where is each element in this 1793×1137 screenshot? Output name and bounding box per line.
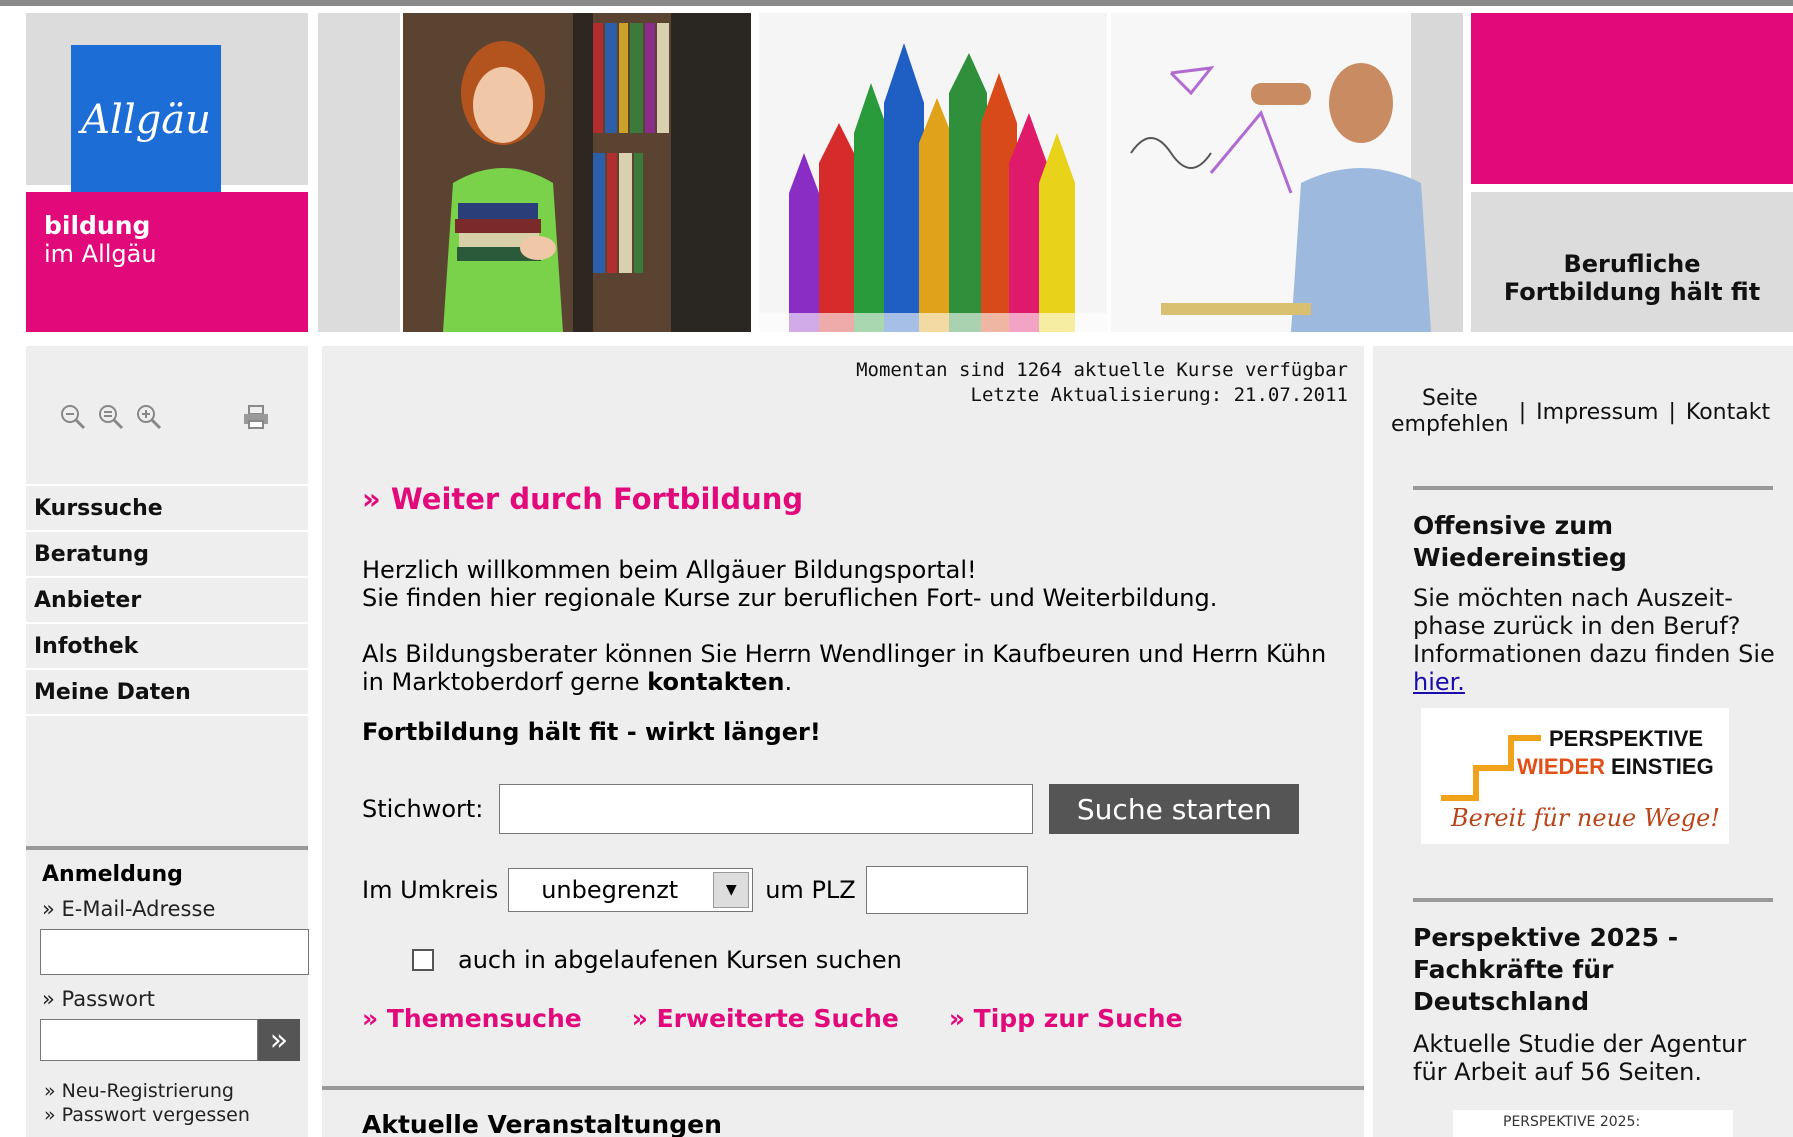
reentry-more-link[interactable]: hier.	[1413, 668, 1465, 696]
imprint-link[interactable]: Impressum	[1536, 400, 1658, 425]
forgot-password-link[interactable]: » Passwort vergessen	[34, 1103, 300, 1127]
login-panel: Anmeldung » E-Mail-Adresse » Passwort » …	[26, 846, 309, 1137]
login-title: Anmeldung	[42, 862, 183, 887]
zoom-reset-icon[interactable]	[98, 404, 124, 436]
advisor-text-end: .	[784, 668, 793, 696]
password-field[interactable]	[40, 1019, 258, 1061]
recommend-line2: empfehlen	[1391, 412, 1509, 437]
main-navigation: Kurssuche Beratung Anbieter Infothek Mei…	[26, 486, 308, 716]
link-separator: |	[1668, 399, 1676, 425]
radius-row: Im Umkreis unbegrenzt ▼ um PLZ	[362, 866, 1028, 914]
divider	[322, 1086, 1364, 1090]
email-label: » E-Mail-Adresse	[42, 897, 216, 921]
header-photo-teacher	[1111, 13, 1463, 332]
reentry-heading: Offensive zum Wiedereinstieg	[1413, 511, 1627, 572]
plz-input[interactable]	[865, 866, 1028, 914]
expired-courses-option: auch in abgelaufenen Kursen suchen	[412, 946, 902, 974]
nav-item-infothek[interactable]: Infothek	[26, 624, 308, 668]
header-pink-block	[1471, 13, 1793, 184]
site-title: bildung im Allgäu	[26, 192, 308, 332]
main-content: Momentan sind 1264 aktuelle Kurse verfüg…	[322, 346, 1364, 1137]
keyword-search-row: Stichwort: Suche starten	[362, 784, 1300, 834]
header-gray-strip	[318, 13, 400, 332]
header-slogan-text: Berufliche Fortbildung hält fit	[1503, 250, 1761, 306]
header-photo-student	[403, 13, 751, 332]
divider	[1413, 486, 1773, 490]
allgaeu-logo[interactable]: Allgäu	[71, 45, 221, 195]
keyword-input[interactable]	[499, 784, 1034, 834]
zoom-out-icon[interactable]	[60, 404, 86, 436]
nav-item-meine-daten[interactable]: Meine Daten	[26, 670, 308, 714]
header-photo-pencils	[759, 13, 1107, 332]
top-border	[0, 0, 1793, 6]
perspective-2025-heading: Perspektive 2025 - Fachkräfte für Deutsc…	[1413, 923, 1679, 1016]
password-row: »	[40, 1019, 300, 1061]
register-link[interactable]: » Neu-Registrierung	[34, 1079, 300, 1103]
chevron-down-icon[interactable]: ▼	[713, 872, 750, 908]
login-submit-button[interactable]: »	[257, 1019, 300, 1061]
plz-label: um PLZ	[765, 876, 856, 904]
intro-text: Herzlich willkommen beim Allgäuer Bildun…	[362, 556, 1342, 724]
main-slogan: Fortbildung hält fit - wirkt länger!	[362, 718, 821, 746]
utility-links: Seite empfehlen | Impressum | Kontakt	[1391, 386, 1770, 438]
search-tip-link[interactable]: » Tipp zur Suche	[949, 1004, 1183, 1033]
print-icon[interactable]	[242, 404, 270, 436]
perspective-2025-thumbnail[interactable]: PERSPEKTIVE 2025:	[1453, 1110, 1733, 1137]
logo-line2a: WIEDER	[1517, 754, 1605, 779]
nav-spacer	[26, 716, 308, 846]
page-heading: » Weiter durch Fortbildung	[362, 482, 804, 516]
topic-search-link[interactable]: » Themensuche	[362, 1004, 582, 1033]
site-title-line2: im Allgäu	[44, 240, 157, 268]
right-sidebar: Seite empfehlen | Impressum | Kontakt Of…	[1373, 346, 1793, 1137]
course-status: Momentan sind 1264 aktuelle Kurse verfüg…	[856, 358, 1348, 408]
logo-line2b: EINSTIEG	[1611, 754, 1714, 779]
intro-line1: Herzlich willkommen beim Allgäuer Bildun…	[362, 556, 977, 584]
thumbnail-title: PERSPEKTIVE 2025:	[1503, 1114, 1641, 1130]
nav-item-beratung[interactable]: Beratung	[26, 532, 308, 576]
contact-advisor-link[interactable]: kontakten	[647, 668, 784, 696]
events-heading: Aktuelle Veranstaltungen	[362, 1110, 722, 1137]
keyword-label: Stichwort:	[362, 795, 484, 823]
perspective-2025-text: Aktuelle Studie der Agentur für Arbeit a…	[1413, 1030, 1747, 1086]
radius-select[interactable]: unbegrenzt ▼	[508, 868, 754, 912]
divider	[1413, 898, 1773, 902]
logo-panel: Allgäu	[26, 13, 308, 195]
last-update-text: Letzte Aktualisierung: 21.07.2011	[970, 384, 1349, 406]
recommend-line1: Seite	[1421, 386, 1478, 411]
reentry-text-body: Sie möchten nach Auszeit-phase zurück in…	[1413, 584, 1775, 668]
course-count-text: Momentan sind 1264 aktuelle Kurse verfüg…	[856, 359, 1348, 381]
link-separator: |	[1518, 399, 1527, 425]
advanced-search-link[interactable]: » Erweiterte Suche	[632, 1004, 899, 1033]
contact-link[interactable]: Kontakt	[1686, 400, 1770, 425]
radius-select-value: unbegrenzt	[541, 876, 679, 904]
logo-script: Bereit für neue Wege!	[1450, 804, 1720, 832]
search-button[interactable]: Suche starten	[1049, 784, 1300, 834]
perspektive-wiedereinstieg-logo[interactable]: PERSPEKTIVE WIEDER EINSTIEG Bereit für n…	[1421, 708, 1729, 844]
tool-bar	[26, 346, 308, 484]
expired-courses-label: auch in abgelaufenen Kursen suchen	[458, 946, 902, 974]
site-title-line1: bildung	[44, 211, 151, 240]
email-field[interactable]	[40, 929, 309, 975]
nav-item-anbieter[interactable]: Anbieter	[26, 578, 308, 622]
zoom-in-icon[interactable]	[136, 404, 162, 436]
nav-item-kurssuche[interactable]: Kurssuche	[26, 486, 308, 530]
expired-courses-checkbox[interactable]	[412, 949, 434, 971]
radius-label: Im Umkreis	[362, 876, 499, 904]
reentry-text: Sie möchten nach Auszeit-phase zurück in…	[1413, 584, 1783, 696]
advisor-text: Als Bildungsberater können Sie Herrn Wen…	[362, 640, 1327, 696]
logo-line1: PERSPEKTIVE	[1549, 726, 1703, 751]
intro-line2: Sie finden hier regionale Kurse zur beru…	[362, 584, 1218, 612]
header-slogan: Berufliche Fortbildung hält fit	[1471, 192, 1793, 332]
password-label: » Passwort	[42, 987, 155, 1011]
recommend-page-link[interactable]: Seite empfehlen	[1391, 386, 1509, 438]
search-links: » Themensuche » Erweiterte Suche » Tipp …	[362, 1004, 1233, 1033]
